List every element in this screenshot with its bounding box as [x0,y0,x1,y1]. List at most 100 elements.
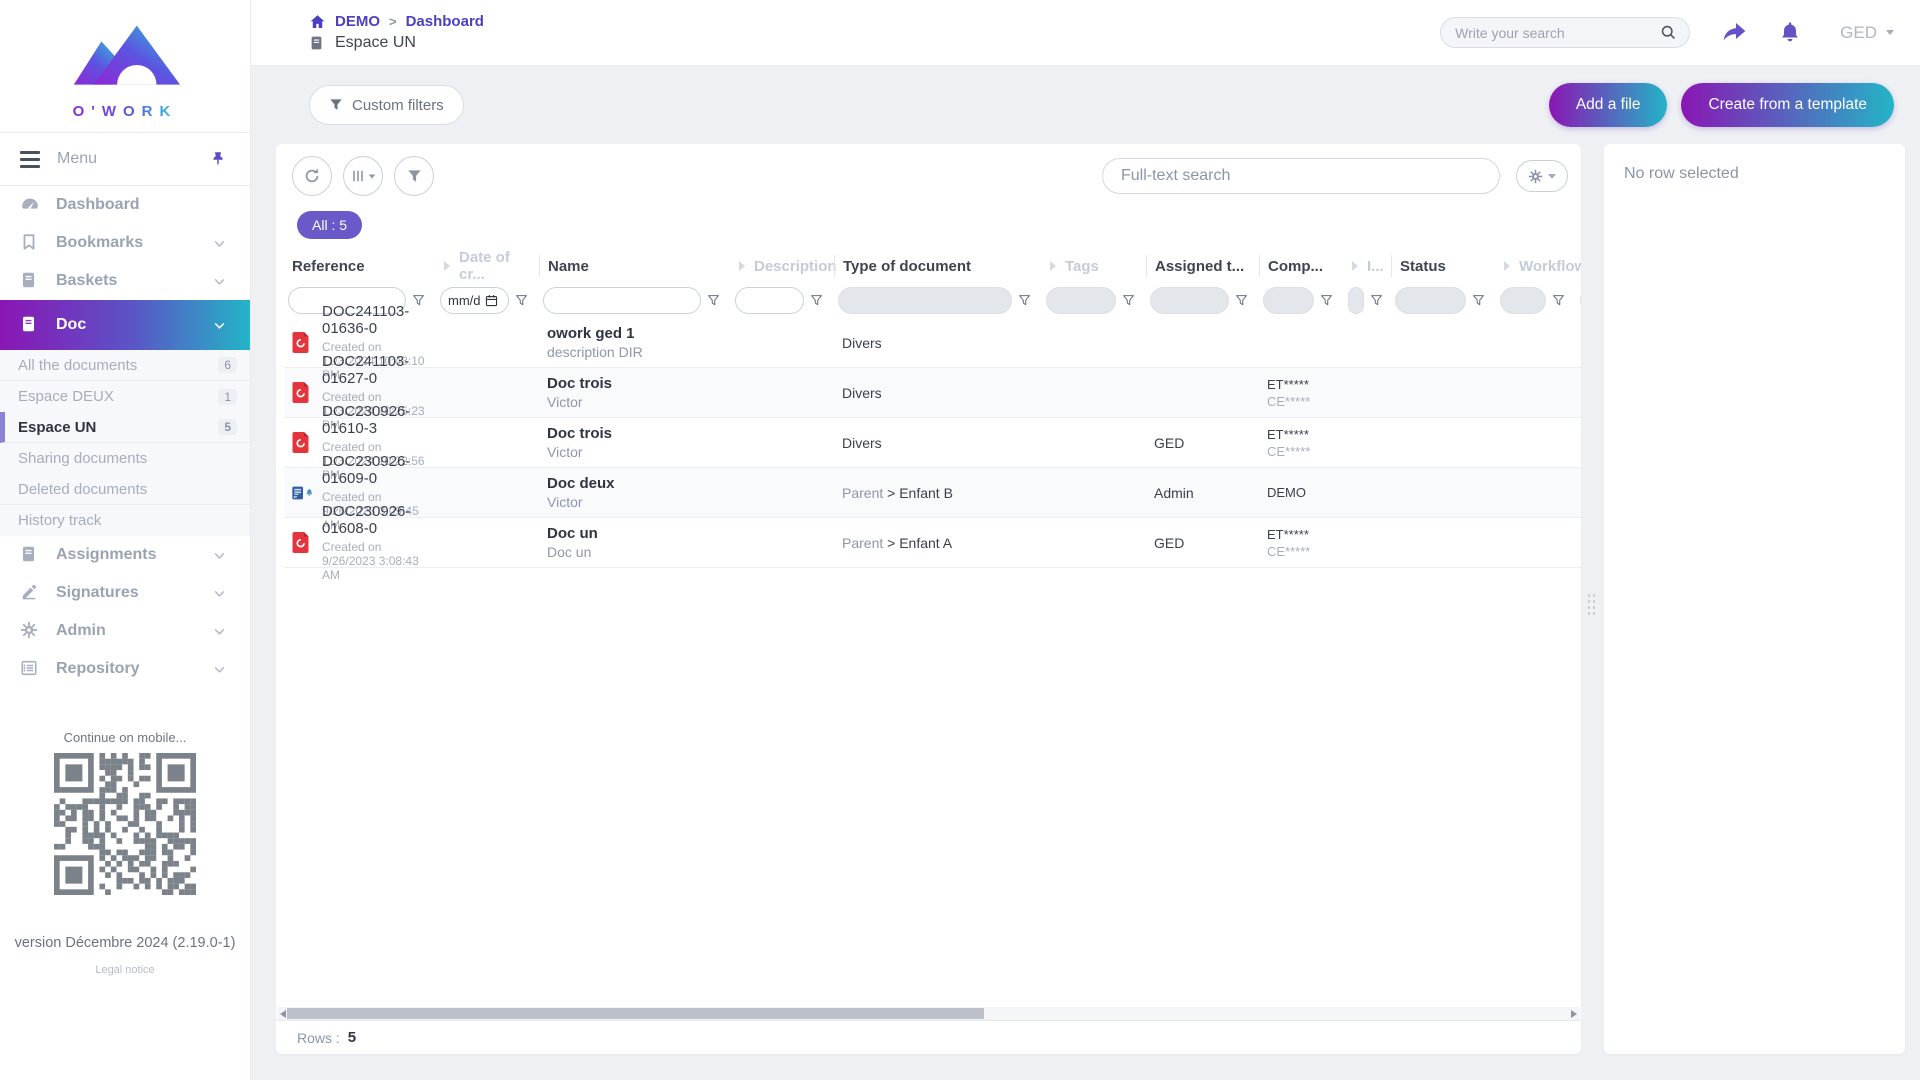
funnel-icon[interactable] [1235,294,1248,307]
cell-assigned-t: GED [1146,435,1259,451]
column-header-assigned-t[interactable]: Assigned t... [1146,255,1259,277]
cell-assigned-t: Admin [1146,485,1259,501]
column-header-reference[interactable]: Reference [284,255,436,277]
funnel-icon[interactable] [1370,294,1383,307]
column-label: Reference [292,257,365,275]
sidebar-item-baskets[interactable]: Baskets [0,262,250,300]
sidebar-item-doc[interactable]: Doc [0,300,250,350]
document-reference[interactable]: DOC230926-01609-0 [322,453,436,487]
funnel-icon[interactable] [515,294,528,307]
cell-name: Doc deux Victor [539,475,731,510]
document-reference[interactable]: DOC241103-01627-0 [322,353,436,387]
table-row[interactable]: DOC230926-01610-3 Created on 11/3/2024 10… [284,403,1581,482]
filter-select-status[interactable] [1395,286,1466,314]
create-from-template-button[interactable]: Create from a template [1681,83,1894,127]
add-file-button[interactable]: Add a file [1548,83,1668,127]
table-row[interactable]: DOC241103-01627-0 Created on 11/3/2024 10… [284,353,1581,432]
filter-date-date-of-cr[interactable]: mm/d [440,286,509,314]
account-menu[interactable]: GED [1840,23,1894,43]
table-row[interactable]: DOC230926-01608-0 Created on 9/26/2023 3:… [284,503,1581,582]
filter-select-i[interactable] [1348,286,1364,314]
breadcrumb-current[interactable]: Dashboard [406,13,484,30]
breadcrumb-root[interactable]: DEMO [335,13,380,30]
main-area: DEMO > Dashboard Espace UN GED [251,0,1920,1080]
column-header-i[interactable]: I... [1344,255,1391,277]
filter-select-comp[interactable] [1263,286,1314,314]
column-header-name[interactable]: Name [539,255,731,277]
column-header-tags[interactable]: Tags [1042,255,1146,277]
filter-input-name[interactable] [543,286,701,314]
column-header-type-of-document[interactable]: Type of document [834,255,1042,277]
sidebar-subitem-deleted-documents[interactable]: Deleted documents [0,474,250,505]
share-icon[interactable] [1720,21,1748,45]
filter-select-assigned-t[interactable] [1150,286,1229,314]
cell-type-of-document: Divers [834,385,1042,401]
pin-icon[interactable] [210,150,226,168]
document-reference[interactable]: DOC230926-01608-0 [322,503,436,537]
cell-name: Doc trois Victor [539,425,731,460]
sidebar-item-repository[interactable]: Repository [0,650,250,688]
refresh-button[interactable] [292,156,332,196]
menu-toggle[interactable]: Menu [0,132,250,186]
book-icon [20,545,40,565]
scrollbar-thumb[interactable] [287,1008,984,1019]
filter-select-workflow[interactable] [1500,286,1546,314]
column-label: Description [754,257,837,275]
fulltext-search[interactable] [1102,158,1500,194]
funnel-icon[interactable] [1320,294,1333,307]
custom-filters-button[interactable]: Custom filters [309,85,464,125]
table-row[interactable]: DOC241103-01636-0 Created on 11/3/2024 10… [284,303,1581,382]
filter-input-description[interactable] [735,286,804,314]
sidebar-item-signatures[interactable]: Signatures [0,574,250,612]
sidebar-subitem-espace-un[interactable]: Espace UN 5 [0,412,250,443]
home-icon[interactable] [309,14,326,30]
column-header-comp[interactable]: Comp... [1259,255,1344,277]
book-icon [311,36,322,50]
bell-icon[interactable] [1778,20,1802,45]
scroll-left-arrow[interactable] [280,1010,286,1018]
sidebar-subitem-espace-deux[interactable]: Espace DEUX 1 [0,381,250,412]
funnel-icon[interactable] [1552,294,1565,307]
funnel-icon[interactable] [1018,294,1031,307]
fulltext-search-input[interactable] [1119,166,1483,186]
doc-submenu: All the documents 6 Espace DEUX 1 Espace UN 5… [0,350,250,536]
pdf-file-icon [292,432,314,453]
sidebar-subitem-history-track[interactable]: History track [0,505,250,536]
sidebar-item-dashboard[interactable]: Dashboard [0,186,250,224]
funnel-icon[interactable] [810,294,823,307]
grid-settings-button[interactable] [1516,160,1568,192]
sidebar-subitem-all-the-documents[interactable]: All the documents 6 [0,350,250,381]
column-header-status[interactable]: Status [1391,255,1496,277]
custom-filters-label: Custom filters [352,96,444,114]
global-search[interactable] [1440,17,1691,48]
table-row[interactable]: w DOC230926-01609-0 Created on 9/26/2023 3… [284,453,1581,532]
legal-notice-link[interactable]: Legal notice [0,964,250,976]
space-title: Espace UN [335,34,416,51]
sidebar-item-bookmarks[interactable]: Bookmarks [0,224,250,262]
document-reference[interactable]: DOC230926-01610-3 [322,403,436,437]
sidebar-item-admin[interactable]: Admin [0,612,250,650]
sidebar-item-assignments[interactable]: Assignments [0,536,250,574]
filter-select-type-of-document[interactable] [838,286,1012,314]
global-search-input[interactable] [1453,23,1661,42]
column-header-workflow[interactable]: Workflow [1496,255,1581,277]
funnel-icon[interactable] [1122,294,1135,307]
document-reference[interactable]: DOC241103-01636-0 [322,303,436,337]
horizontal-scrollbar[interactable] [277,1007,1580,1020]
resize-handle[interactable] [1587,594,1598,618]
columns-button[interactable] [343,156,383,196]
column-header-date-of-cr[interactable]: Date of cr... [436,250,539,283]
sidebar-subitem-sharing-documents[interactable]: Sharing documents [0,443,250,474]
chevron-down-icon [213,625,226,638]
scroll-right-arrow[interactable] [1571,1010,1577,1018]
filter-button[interactable] [394,156,434,196]
cell-name: owork ged 1 description DIR [539,325,731,360]
filter-cell-i [1344,286,1391,314]
search-icon[interactable] [1660,24,1677,41]
column-header-description[interactable]: Description [731,255,837,277]
funnel-icon[interactable] [1472,294,1485,307]
all-count-pill[interactable]: All : 5 [297,211,363,239]
chevron-down-icon [368,174,376,178]
funnel-icon[interactable] [707,294,720,307]
filter-select-tags[interactable] [1046,286,1116,314]
